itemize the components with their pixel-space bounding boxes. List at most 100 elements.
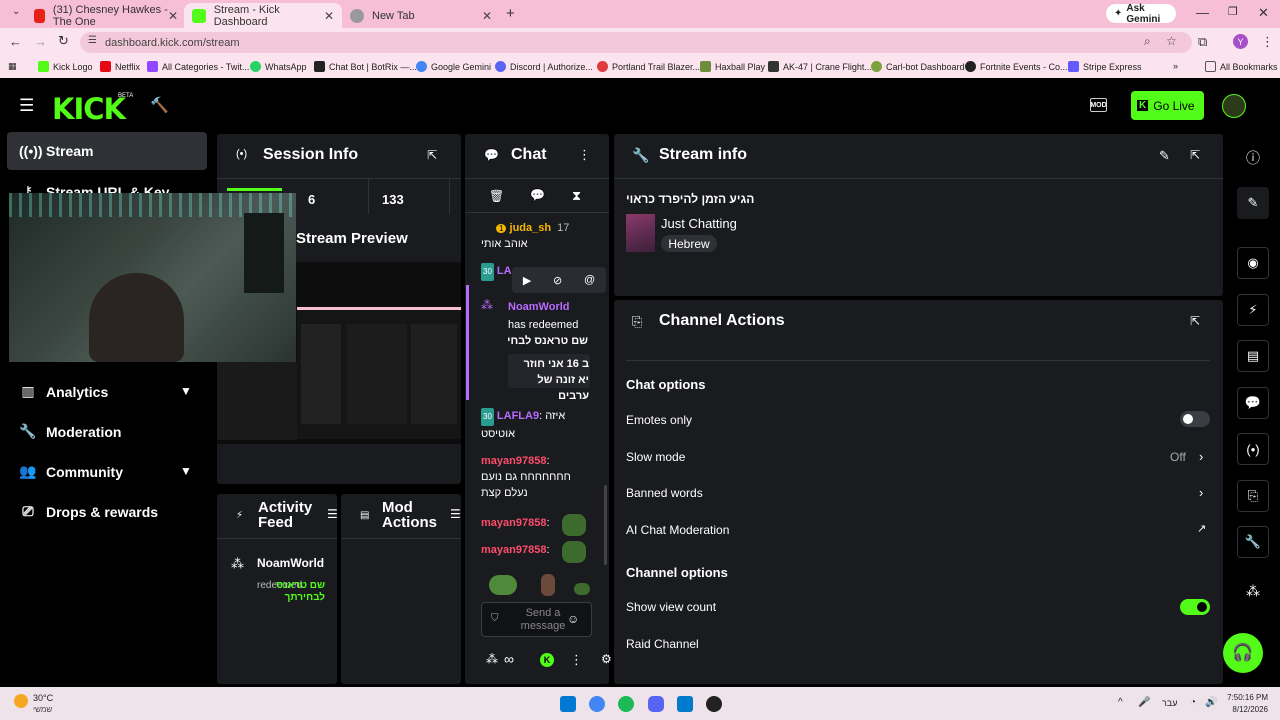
info-icon[interactable]: ⓘ [1246,148,1260,168]
chat-username[interactable]: mayan97858 [481,455,546,467]
kick-points-icon[interactable]: ⁂ [1246,583,1260,600]
chat-message[interactable]: mayan97858: חחחחחחח גם נועם נעלם קצת [481,453,591,501]
ask-gemini-button[interactable]: ✦ Ask Gemini [1106,3,1176,25]
minimize-icon[interactable]: — [1196,5,1209,20]
sidebar-item-drops[interactable]: ⎚ Drops & rewards [19,503,158,520]
sidebar-item-stream-label[interactable]: ((•)) Stream [19,143,93,159]
popout-icon[interactable]: ⇱ [427,148,437,162]
vscode-icon[interactable] [677,696,693,712]
slow-mode-value[interactable]: Off [1170,450,1186,464]
hammer-icon[interactable]: 🔨 [150,96,169,114]
discord-icon[interactable] [648,696,664,712]
chat-message[interactable]: mayan97858: [481,542,550,558]
restore-icon[interactable]: ❐ [1228,5,1238,18]
ai-moderation-label[interactable]: AI Chat Moderation [626,523,729,537]
tab-new-tab[interactable]: New Tab ✕ [342,3,500,28]
category-thumbnail[interactable] [626,214,655,252]
external-link-icon[interactable]: ↗ [1197,522,1206,535]
close-icon[interactable]: ✕ [168,9,178,23]
chat-bubble-icon[interactable]: 💬 [530,188,545,202]
chat-message[interactable]: 30 LA [481,263,512,281]
play-icon[interactable]: ▶ [523,274,531,287]
obs-icon[interactable] [706,696,722,712]
tab-kick-dashboard[interactable]: Stream - Kick Dashboard ✕ [184,3,342,28]
chat-scrollbar[interactable] [604,485,607,565]
weather-temp[interactable]: 30°C [33,693,53,703]
settings-gear-icon[interactable]: ⚙ [601,652,612,666]
bookmark-twitch[interactable]: All Categories - Twit... [147,61,249,72]
rail-channel-actions-button[interactable]: ⎘ [1237,480,1269,512]
bookmark-botrix[interactable]: Chat Bot | BotRix —... [314,61,417,72]
bookmark-blazers[interactable]: Portland Trail Blazer... [597,61,700,72]
back-icon[interactable]: ← [9,34,22,49]
spotify-icon[interactable] [618,696,634,712]
bookmark-stripe[interactable]: Stripe Express [1068,61,1142,72]
windows-start-icon[interactable] [560,696,576,712]
chat-username[interactable]: juda_sh [510,222,552,234]
bookmark-kick-logo[interactable]: Kick Logo [38,61,93,72]
chrome-icon[interactable] [589,696,605,712]
zoom-icon[interactable]: ⌕ [1144,34,1151,49]
chat-username[interactable]: NoamWorld [508,299,570,315]
hamburger-menu-icon[interactable]: ☰ [19,96,34,116]
wifi-icon[interactable]: ◔ [1190,697,1196,708]
window-close-icon[interactable]: ✕ [1258,5,1269,21]
bookmark-fortnite[interactable]: Fortnite Events - Co... [965,61,1068,72]
emoji-icon[interactable]: ☺ [567,612,579,626]
microphone-icon[interactable]: 🎤 [1138,697,1150,708]
rail-wrench-button[interactable]: 🔧 [1237,526,1269,558]
kick-logo[interactable]: KICK [52,92,126,126]
sidebar-item-analytics[interactable]: ▥ Analytics [19,383,108,400]
popout-icon[interactable]: ⇱ [1190,314,1200,328]
profile-avatar[interactable]: Y [1233,34,1248,49]
clock-time[interactable]: 7:50:16 PM [1226,693,1268,702]
tab-youtube[interactable]: (31) Chesney Hawkes - The One ✕ [26,3,186,28]
menu-dots-icon[interactable]: ⋮ [1261,34,1274,50]
edit-pencil-icon[interactable]: ✎ [1159,148,1170,164]
support-headset-button[interactable]: 🎧 [1223,633,1263,673]
chevron-down-icon[interactable]: ▼ [180,464,192,478]
rail-edit-button[interactable]: ✎ [1237,187,1269,219]
bookmark-discord[interactable]: Discord | Authorize... [495,61,593,72]
chat-username[interactable]: mayan97858 [481,544,546,556]
bookmarks-overflow-icon[interactable]: » [1173,61,1178,71]
bookmark-gemini[interactable]: Google Gemini [416,61,491,72]
mod-view-icon[interactable]: MOD [1090,98,1107,112]
close-icon[interactable]: ✕ [482,9,492,23]
raid-channel-label[interactable]: Raid Channel [626,637,699,651]
go-live-button[interactable]: K Go Live [1131,91,1204,120]
bookmark-ak47[interactable]: AK-47 | Crane Flight... [768,61,872,72]
chat-username[interactable]: mayan97858 [481,517,546,529]
user-avatar[interactable] [1222,94,1246,118]
chevron-right-icon[interactable]: › [1199,485,1203,500]
show-view-count-toggle[interactable] [1180,599,1210,615]
rail-capture-button[interactable]: ◉ [1237,247,1269,279]
sidebar-item-community[interactable]: 👥 Community [19,463,123,480]
category-name[interactable]: Just Chatting [661,216,737,231]
chevron-right-icon[interactable]: › [1199,449,1203,464]
volume-icon[interactable]: 🔊 [1205,697,1217,708]
rail-broadcast-button[interactable]: (•) [1237,433,1269,465]
chat-message[interactable]: 30 LAFLA9: איזה אוטיסט [481,408,601,442]
chevron-down-icon[interactable]: ▼ [180,384,192,398]
trash-icon[interactable]: 🗑 [489,189,504,203]
emotes-only-toggle[interactable] [1180,411,1210,427]
forward-icon[interactable]: → [34,34,47,49]
rail-document-button[interactable]: ▤ [1237,340,1269,372]
apps-grid-icon[interactable]: ▦ [8,61,17,72]
popout-icon[interactable]: ⇱ [1190,148,1200,162]
chat-username[interactable]: LA [497,265,512,277]
chat-input[interactable]: ⛉ Send a message ☺ [481,602,592,637]
hourglass-icon[interactable]: ⧗ [572,188,581,204]
bookmark-haxball[interactable]: Haxball Play [700,61,765,72]
address-bar[interactable]: ☰ dashboard.kick.com/stream ⌕ ☆ [80,32,1192,53]
reload-icon[interactable]: ↻ [58,33,69,49]
kick-badge-icon[interactable]: K [540,653,554,667]
bookmark-star-icon[interactable]: ☆ [1166,34,1177,48]
bookmark-carlbot[interactable]: Carl-bot Dashboard [871,61,965,72]
bookmark-netflix[interactable]: Netflix [100,61,140,72]
sidebar-item-moderation[interactable]: 🔧 Moderation [19,423,121,440]
site-info-icon[interactable]: ☰ [88,35,97,46]
language-indicator[interactable]: עבר [1162,698,1177,708]
rail-chat-button[interactable]: 💬 [1237,387,1269,419]
